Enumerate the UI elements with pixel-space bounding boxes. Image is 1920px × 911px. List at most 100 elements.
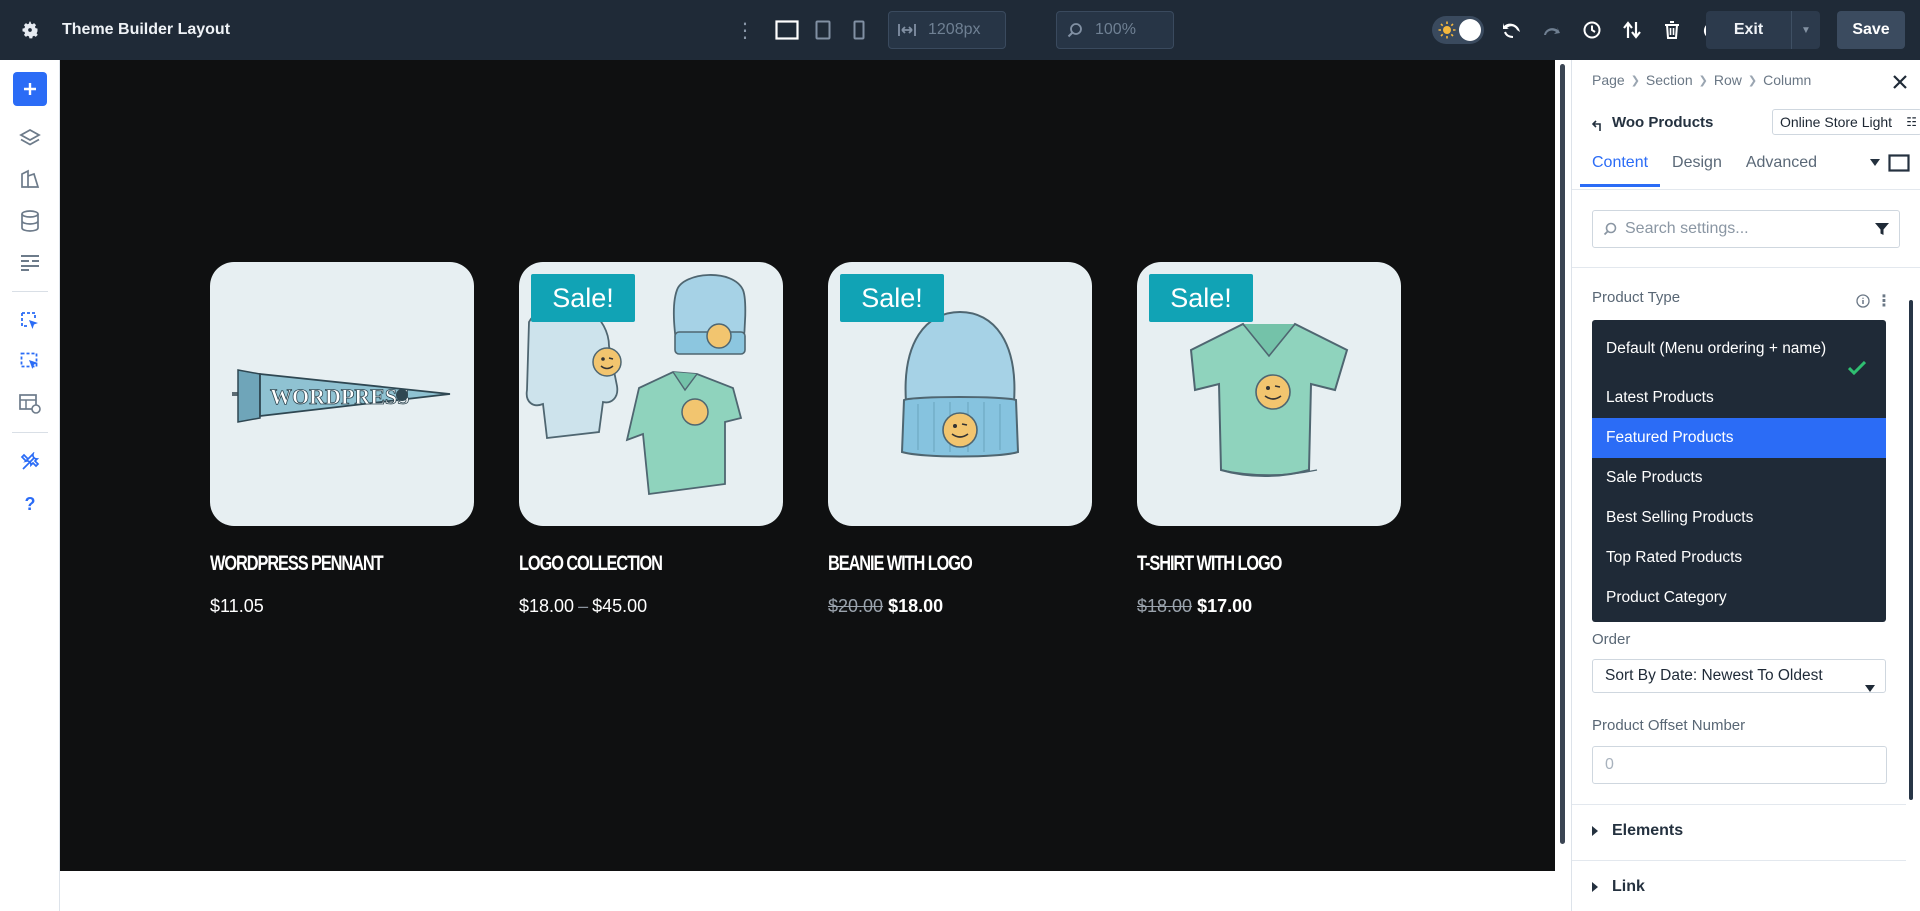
price-regular: $11.05: [210, 596, 264, 616]
chevron-right-icon: ❯: [1747, 74, 1758, 87]
undo-icon[interactable]: [1492, 10, 1532, 50]
product-image[interactable]: Sale!: [828, 262, 1092, 526]
field-options-icon[interactable]: ⋮: [1876, 291, 1892, 311]
price-range-dash: –: [578, 596, 589, 616]
responsive-toggle-icon[interactable]: [1888, 154, 1910, 172]
product-type-option-best-selling[interactable]: Best Selling Products: [1592, 498, 1886, 538]
product-title[interactable]: WORDPRESS PENNANT: [210, 552, 416, 576]
product-image[interactable]: Sale!: [1137, 262, 1401, 526]
settings-gear-icon[interactable]: [0, 0, 60, 60]
caret-down-icon: [1865, 673, 1875, 705]
caret-down-icon[interactable]: [1870, 159, 1880, 167]
canvas-section[interactable]: WORDPRESS WORDPRESS PENNANT $11.05 Sale!…: [60, 60, 1555, 871]
redo-icon[interactable]: [1532, 10, 1572, 50]
layers-icon[interactable]: [15, 123, 45, 153]
canvas-width-value: 1208px: [928, 21, 981, 38]
more-options-icon[interactable]: ⋮: [735, 18, 755, 43]
builder-canvas: WORDPRESS WORDPRESS PENNANT $11.05 Sale!…: [60, 60, 1566, 911]
offset-placeholder: 0: [1605, 756, 1614, 773]
tablet-view-icon[interactable]: [806, 13, 840, 47]
product-title[interactable]: LOGO COLLECTION: [519, 552, 725, 576]
price-high: $45.00: [592, 596, 648, 616]
help-icon[interactable]: ?: [15, 489, 45, 519]
product-type-option-category[interactable]: Product Category: [1592, 578, 1886, 618]
product-type-dropdown[interactable]: Default (Menu ordering + name) Latest Pr…: [1592, 320, 1886, 622]
field-tools: ⋮: [1856, 291, 1892, 311]
product-type-option-default[interactable]: Default (Menu ordering + name): [1592, 320, 1886, 378]
preset-selector[interactable]: Online Store Light ☷: [1772, 109, 1920, 135]
save-button[interactable]: Save: [1837, 11, 1905, 49]
info-icon[interactable]: [1856, 294, 1870, 308]
product-image[interactable]: WORDPRESS: [210, 262, 474, 526]
exit-button[interactable]: Exit: [1706, 11, 1792, 49]
canvas-width-field[interactable]: 1208px: [888, 11, 1006, 49]
accordion-label: Elements: [1612, 822, 1684, 839]
desktop-view-icon[interactable]: [770, 13, 804, 47]
zoom-icon: [1067, 22, 1083, 38]
multi-select-icon[interactable]: [15, 347, 45, 377]
breadcrumb-column[interactable]: Column: [1763, 72, 1811, 88]
caret-right-icon: [1592, 882, 1598, 892]
database-icon[interactable]: [15, 206, 45, 236]
sidebar-divider: [12, 291, 48, 292]
price-original: $20.00: [828, 596, 884, 616]
preset-value: Online Store Light: [1780, 114, 1893, 130]
product-card[interactable]: Sale! T-SHIRT WITH LOGO $18.00 $17.00: [1137, 262, 1401, 617]
exit-dropdown-caret-icon[interactable]: ▼: [1792, 25, 1820, 36]
product-type-option-sale[interactable]: Sale Products: [1592, 458, 1886, 498]
product-type-option-top-rated[interactable]: Top Rated Products: [1592, 538, 1886, 578]
zoom-value: 100%: [1095, 21, 1136, 38]
click-select-icon[interactable]: [15, 306, 45, 336]
add-module-button[interactable]: [13, 72, 47, 106]
product-price: $18.00– $45.00: [519, 596, 783, 617]
canvas-scrollbar[interactable]: [1560, 64, 1565, 844]
order-select[interactable]: Sort By Date: Newest To Oldest: [1592, 659, 1886, 693]
panel-scrollbar[interactable]: [1909, 300, 1913, 800]
tab-advanced[interactable]: Advanced: [1734, 154, 1829, 184]
breadcrumb: Page ❯ Section ❯ Row ❯ Column: [1592, 72, 1811, 88]
close-icon[interactable]: [1892, 74, 1910, 92]
breadcrumb-row[interactable]: Row: [1714, 72, 1742, 88]
svg-text:WORDPRESS: WORDPRESS: [270, 384, 409, 409]
phone-view-icon[interactable]: [842, 13, 876, 47]
layout-title: Theme Builder Layout: [62, 21, 231, 38]
breadcrumb-page[interactable]: Page: [1592, 72, 1625, 88]
history-icon[interactable]: [1572, 10, 1612, 50]
layout-sections-icon[interactable]: [15, 248, 45, 278]
section-divider: [1572, 267, 1920, 268]
product-price: $18.00 $17.00: [1137, 596, 1401, 617]
product-title[interactable]: BEANIE WITH LOGO: [828, 552, 1034, 576]
search-settings-input[interactable]: Search settings...: [1592, 210, 1900, 248]
theme-toggle[interactable]: [1432, 16, 1484, 44]
product-card[interactable]: WORDPRESS WORDPRESS PENNANT $11.05: [210, 262, 474, 617]
left-sidebar: ?: [0, 60, 60, 911]
search-placeholder: Search settings...: [1625, 220, 1749, 237]
portability-icon[interactable]: [1612, 10, 1652, 50]
filter-icon[interactable]: [1875, 222, 1889, 241]
accordion-divider: [1572, 860, 1906, 861]
zoom-field[interactable]: 100%: [1056, 11, 1174, 49]
trash-icon[interactable]: [1652, 10, 1692, 50]
accordion-link[interactable]: Link: [1592, 878, 1645, 896]
preview-settings-icon[interactable]: [15, 389, 45, 419]
offset-number-input[interactable]: 0: [1592, 746, 1887, 784]
product-card[interactable]: Sale! BEANIE WITH LOGO $20.00 $18.00: [828, 262, 1092, 617]
pennant-image: WORDPRESS: [232, 369, 451, 423]
tools-icon[interactable]: [15, 447, 45, 477]
sale-badge: Sale!: [840, 274, 944, 322]
theme-customizer-icon[interactable]: [15, 164, 45, 194]
breadcrumb-section[interactable]: Section: [1646, 72, 1693, 88]
tab-content[interactable]: Content: [1580, 154, 1661, 187]
product-card[interactable]: Sale! LOGO COLLECTION $18.00– $45.00: [519, 262, 783, 617]
accordion-label: Link: [1612, 878, 1645, 895]
accordion-divider: [1572, 804, 1906, 805]
product-title[interactable]: T-SHIRT WITH LOGO: [1137, 552, 1343, 576]
product-image[interactable]: Sale!: [519, 262, 783, 526]
accordion-elements[interactable]: Elements: [1592, 822, 1683, 840]
product-type-option-latest[interactable]: Latest Products: [1592, 378, 1886, 418]
price-sale: $18.00: [888, 596, 944, 616]
back-arrow-icon[interactable]: [1592, 120, 1604, 132]
chevron-right-icon: ❯: [1698, 74, 1708, 87]
tab-design[interactable]: Design: [1660, 154, 1734, 184]
product-type-option-featured[interactable]: Featured Products: [1592, 418, 1886, 458]
